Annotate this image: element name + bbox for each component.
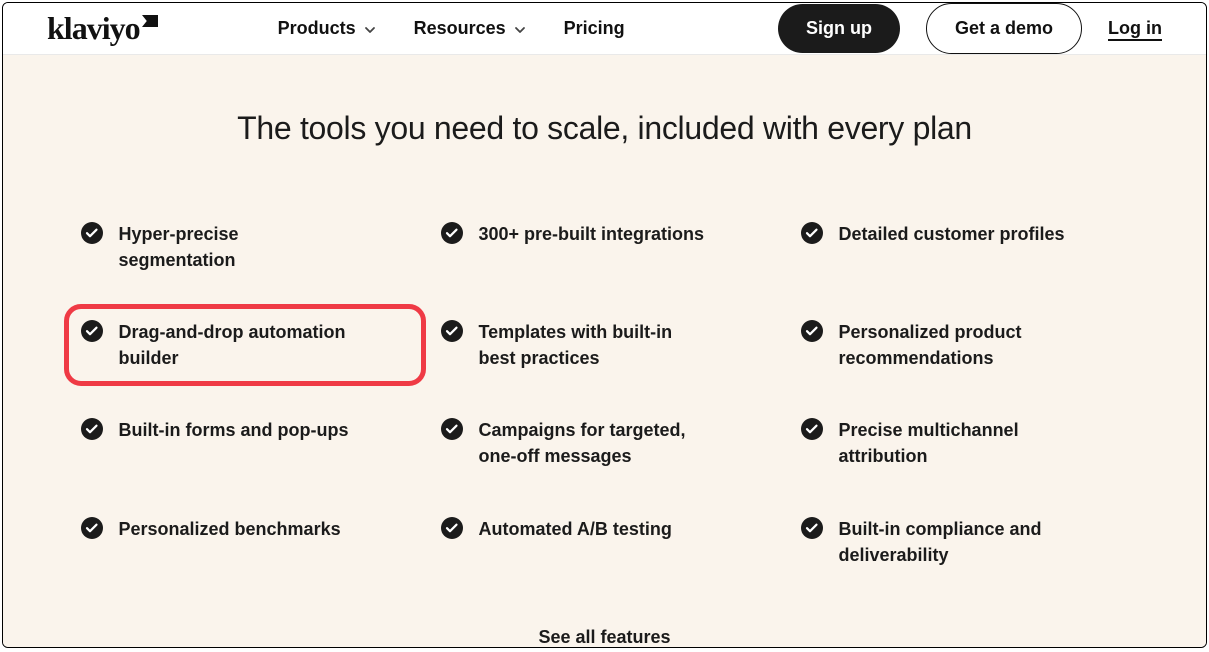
- feature-item: Built-in forms and pop-ups: [75, 413, 415, 473]
- check-circle-icon: [441, 320, 463, 342]
- check-circle-icon: [441, 517, 463, 539]
- main-nav: Products Resources Pricing: [278, 18, 625, 39]
- feature-item: Personalized benchmarks: [75, 512, 415, 572]
- get-demo-button[interactable]: Get a demo: [926, 3, 1082, 54]
- nav-products[interactable]: Products: [278, 18, 374, 39]
- feature-label: 300+ pre-built integrations: [479, 221, 705, 247]
- chevron-down-icon: [514, 24, 524, 34]
- signup-button[interactable]: Sign up: [778, 4, 900, 53]
- feature-item: Automated A/B testing: [435, 512, 775, 572]
- feature-label: Built-in forms and pop-ups: [119, 417, 349, 443]
- feature-item-highlighted: Drag-and-drop automation builder: [75, 315, 415, 375]
- check-circle-icon: [801, 517, 823, 539]
- see-all-features-link[interactable]: See all features: [538, 627, 670, 648]
- check-circle-icon: [81, 418, 103, 440]
- header-actions: Sign up Get a demo Log in: [778, 3, 1162, 54]
- feature-label: Hyper-precise segmentation: [119, 221, 349, 273]
- check-circle-icon: [801, 320, 823, 342]
- section-title: The tools you need to scale, included wi…: [47, 110, 1162, 147]
- check-circle-icon: [81, 320, 103, 342]
- feature-label: Automated A/B testing: [479, 516, 672, 542]
- feature-label: Built-in compliance and deliverability: [839, 516, 1069, 568]
- nav-pricing[interactable]: Pricing: [564, 18, 625, 39]
- nav-resources-label: Resources: [414, 18, 506, 39]
- nav-resources[interactable]: Resources: [414, 18, 524, 39]
- check-circle-icon: [801, 418, 823, 440]
- feature-item: Hyper-precise segmentation: [75, 217, 415, 277]
- feature-item: Precise multichannel attribution: [795, 413, 1135, 473]
- feature-label: Templates with built-in best practices: [479, 319, 709, 371]
- feature-label: Personalized product recommendations: [839, 319, 1069, 371]
- nav-pricing-label: Pricing: [564, 18, 625, 39]
- feature-item: 300+ pre-built integrations: [435, 217, 775, 277]
- feature-label: Campaigns for targeted, one-off messages: [479, 417, 709, 469]
- main-content: The tools you need to scale, included wi…: [3, 55, 1206, 648]
- brand-logo[interactable]: klaviyo: [47, 10, 158, 47]
- feature-label: Precise multichannel attribution: [839, 417, 1069, 469]
- brand-logo-flag-icon: [142, 15, 158, 27]
- nav-products-label: Products: [278, 18, 356, 39]
- chevron-down-icon: [364, 24, 374, 34]
- brand-logo-text: klaviyo: [47, 10, 140, 47]
- feature-label: Drag-and-drop automation builder: [119, 319, 349, 371]
- check-circle-icon: [81, 222, 103, 244]
- features-grid: Hyper-precise segmentation 300+ pre-buil…: [75, 217, 1135, 572]
- login-link[interactable]: Log in: [1108, 18, 1162, 39]
- site-header: klaviyo Products Resources Pricing Sign …: [3, 3, 1206, 55]
- feature-item: Built-in compliance and deliverability: [795, 512, 1135, 572]
- feature-label: Detailed customer profiles: [839, 221, 1065, 247]
- feature-item: Personalized product recommendations: [795, 315, 1135, 375]
- check-circle-icon: [81, 517, 103, 539]
- check-circle-icon: [801, 222, 823, 244]
- check-circle-icon: [441, 418, 463, 440]
- feature-item: Detailed customer profiles: [795, 217, 1135, 277]
- feature-label: Personalized benchmarks: [119, 516, 341, 542]
- feature-item: Templates with built-in best practices: [435, 315, 775, 375]
- check-circle-icon: [441, 222, 463, 244]
- feature-item: Campaigns for targeted, one-off messages: [435, 413, 775, 473]
